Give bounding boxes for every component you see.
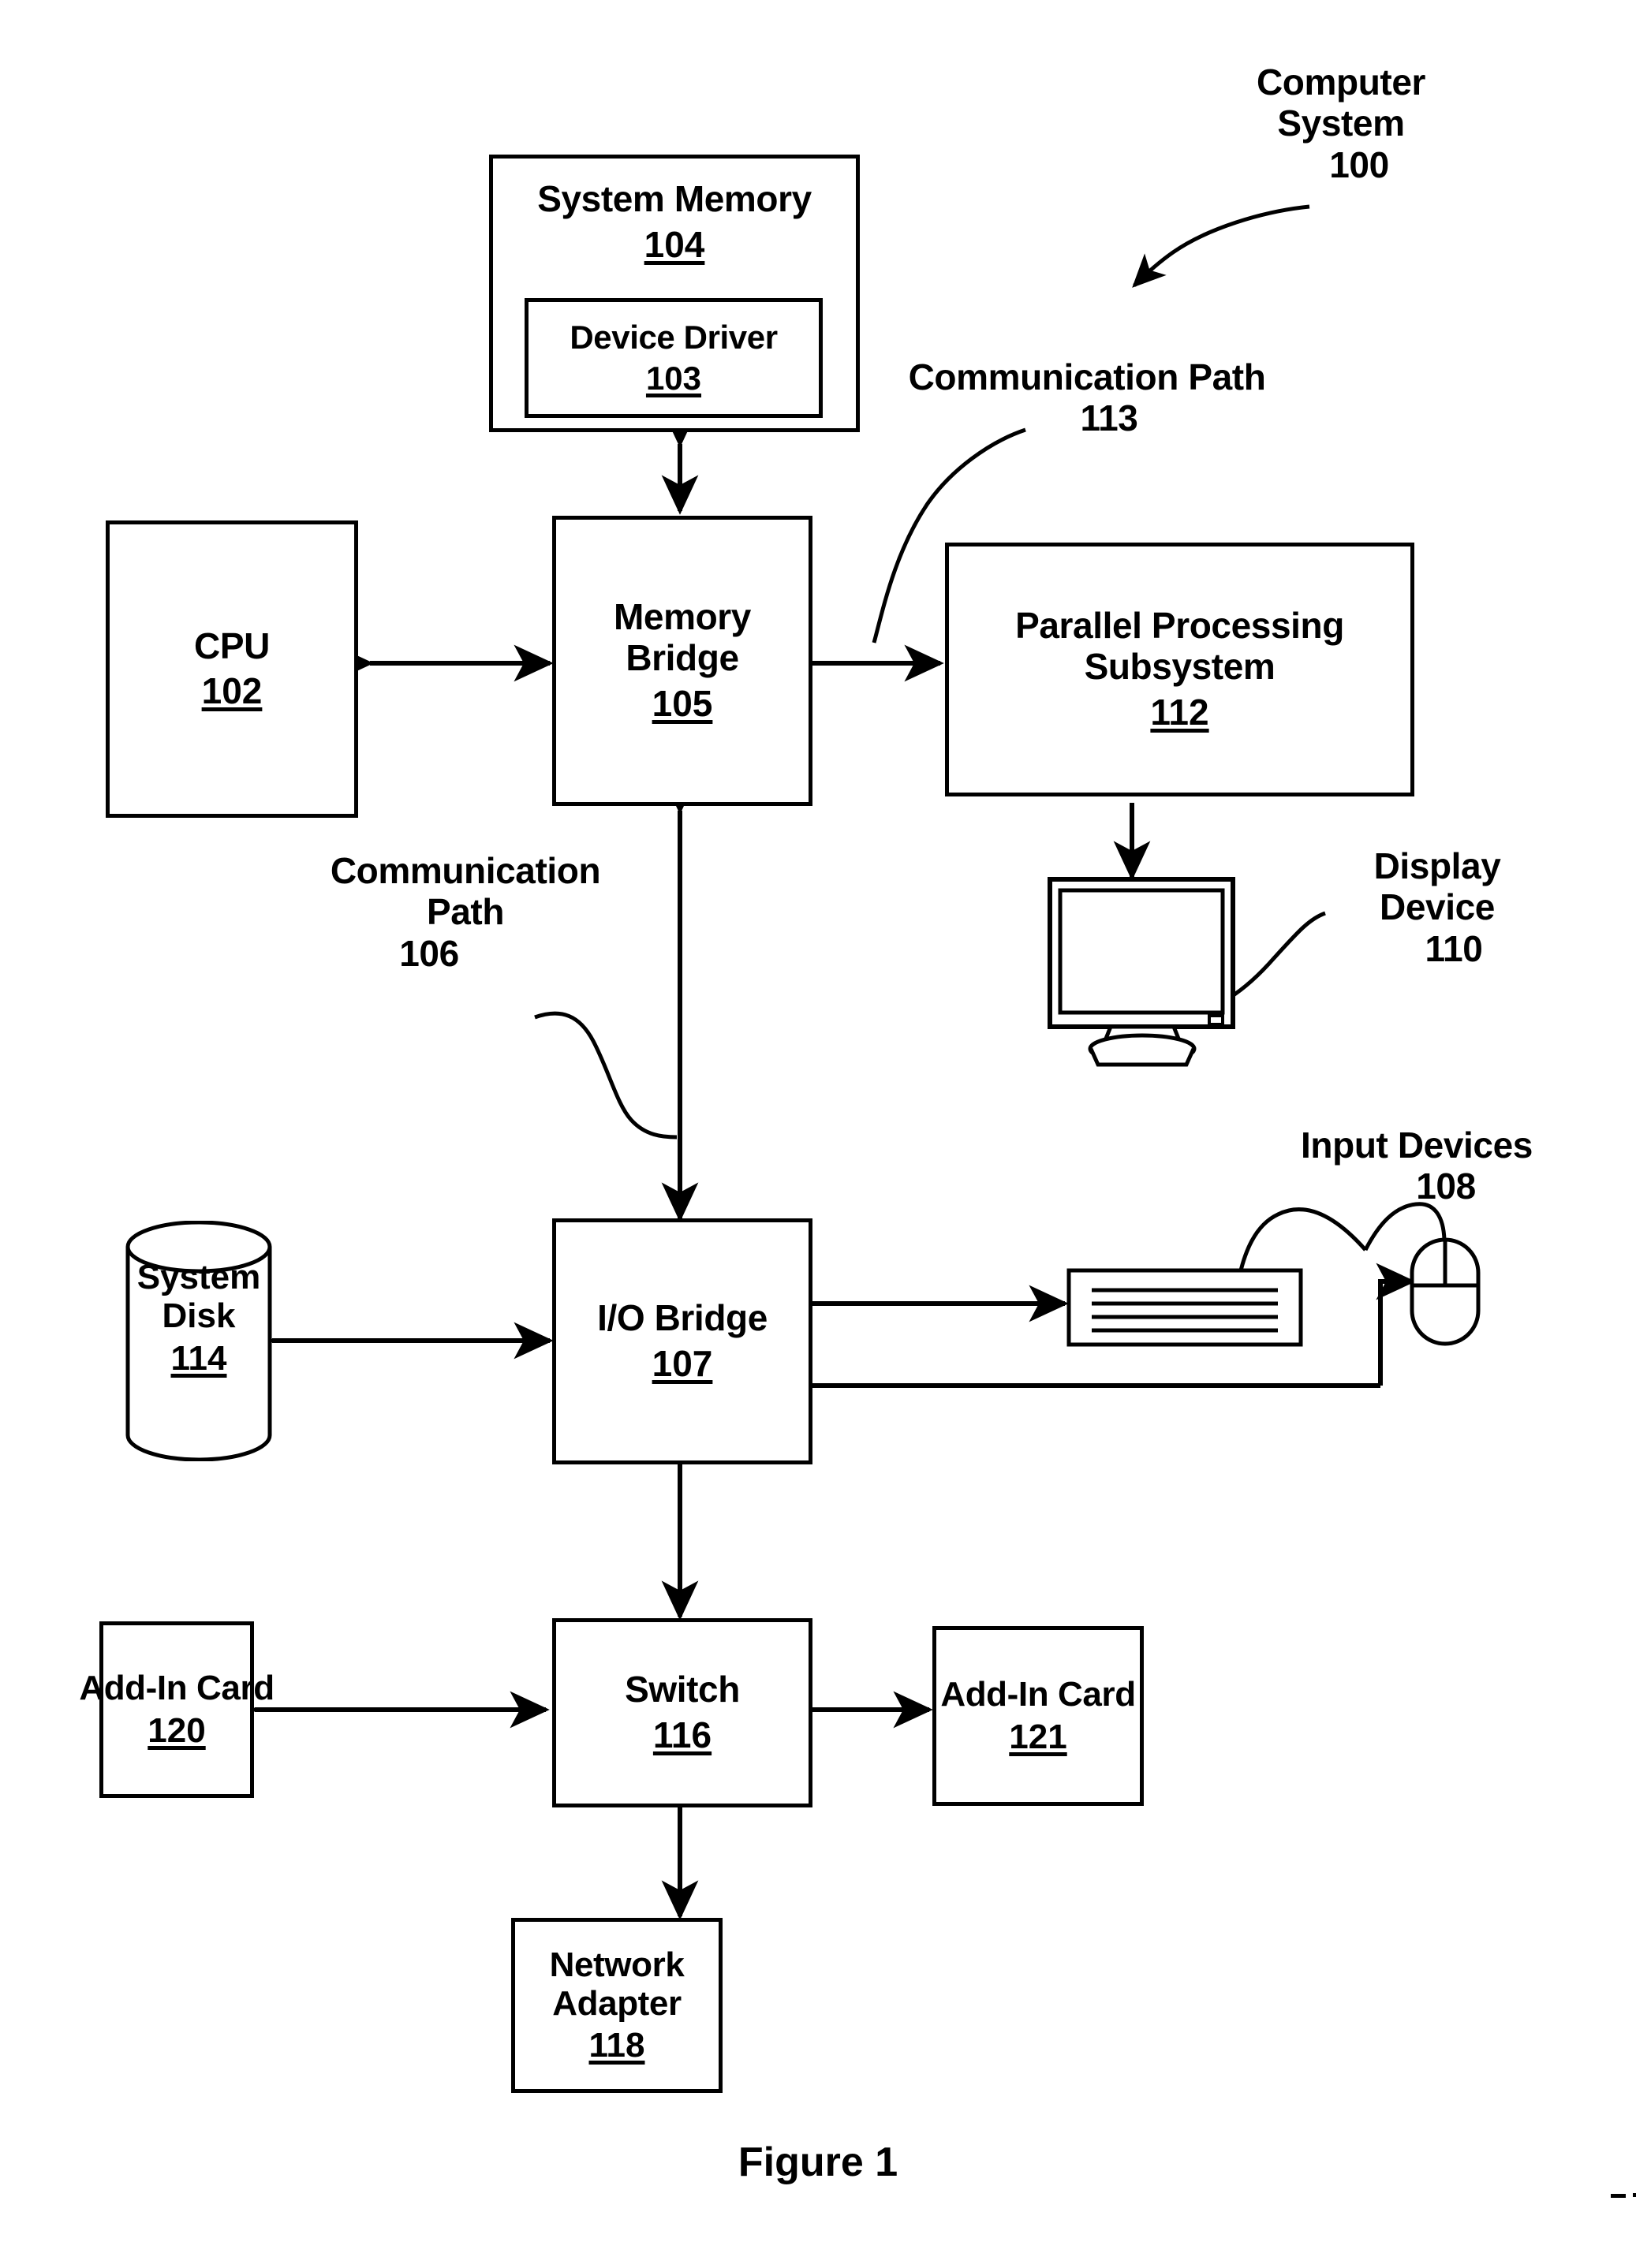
block-system-disk-labels: System Disk 114	[125, 1258, 273, 1378]
add-in-card-120-title: Add-In Card	[79, 1669, 275, 1708]
scan-artifact-dash	[1611, 2194, 1626, 2198]
cpu-title: CPU	[194, 625, 270, 666]
memory-bridge-title-line1: Memory	[614, 596, 751, 638]
block-switch: Switch 116	[552, 1618, 812, 1807]
arrow-mouse-riser	[1376, 1263, 1416, 1386]
device-driver-number: 103	[645, 359, 702, 397]
communication-path-113-line1: Communication Path	[908, 356, 1266, 397]
block-device-driver: Device Driver 103	[525, 298, 823, 418]
callout-computer-system: Computer System 100	[1215, 62, 1467, 185]
leader-input-devices-108-keyboard	[1238, 1207, 1367, 1274]
pps-title-line1: Parallel Processing	[1015, 605, 1344, 647]
communication-path-113-number: 113	[1080, 397, 1138, 439]
monitor-icon	[1048, 877, 1276, 1082]
block-parallel-processing-subsystem: Parallel Processing Subsystem 112	[945, 543, 1414, 796]
display-device-line1: Display	[1373, 845, 1501, 886]
system-memory-title: System Memory	[537, 178, 812, 219]
mouse-icon	[1409, 1237, 1481, 1347]
figure-caption: Figure 1	[738, 2139, 898, 2185]
communication-path-106-number: 106	[399, 932, 459, 974]
block-add-in-card-121: Add-In Card 121	[932, 1626, 1144, 1806]
system-memory-number: 104	[644, 223, 705, 265]
callout-communication-path-106: Communication Path 106	[300, 850, 631, 974]
block-cpu: CPU 102	[106, 520, 358, 818]
add-in-card-120-number: 120	[148, 1710, 206, 1750]
keyboard-icon	[1066, 1268, 1303, 1347]
system-disk-title-line1: System	[136, 1258, 261, 1296]
switch-number: 116	[652, 1714, 712, 1755]
cpu-number: 102	[201, 670, 263, 712]
memory-bridge-title-line2: Bridge	[626, 637, 739, 678]
scan-artifact-dot	[1633, 2193, 1636, 2197]
input-devices-line1: Input Devices	[1301, 1125, 1533, 1166]
input-devices-number: 108	[1416, 1166, 1476, 1207]
system-disk-title-line2: Disk	[162, 1296, 236, 1336]
system-disk-number: 114	[170, 1338, 227, 1378]
memory-bridge-number: 105	[652, 682, 713, 724]
callout-display-device: Display Device 110	[1319, 845, 1556, 969]
block-add-in-card-120: Add-In Card 120	[79, 1621, 275, 1798]
device-driver-title: Device Driver	[570, 319, 778, 356]
network-adapter-number: 118	[588, 2026, 645, 2065]
pps-number: 112	[1150, 691, 1209, 733]
io-bridge-title: I/O Bridge	[597, 1297, 768, 1339]
network-adapter-title-line2: Adapter	[552, 1984, 682, 2023]
switch-title: Switch	[625, 1669, 740, 1710]
leader-computer-system-100	[1132, 204, 1310, 288]
pps-title-line2: Subsystem	[1084, 646, 1276, 687]
patent-figure-page: System Memory 104 Device Driver 103 CPU …	[0, 0, 1636, 2268]
leader-communication-path-106	[534, 1011, 678, 1140]
callout-input-devices: Input Devices 108	[1251, 1125, 1582, 1207]
communication-path-106-line1: Communication	[330, 850, 601, 891]
network-adapter-title-line1: Network	[549, 1945, 685, 1984]
communication-path-106-line2: Path	[426, 891, 505, 933]
add-in-card-121-number: 121	[1009, 1717, 1067, 1756]
display-device-number: 110	[1425, 927, 1483, 969]
block-network-adapter: Network Adapter 118	[511, 1918, 723, 2093]
display-device-line2: Device	[1380, 886, 1495, 928]
computer-system-line1: Computer	[1256, 62, 1426, 103]
block-memory-bridge: Memory Bridge 105	[552, 516, 812, 806]
computer-system-line2: System	[1277, 103, 1405, 144]
callout-communication-path-113: Communication Path 113	[866, 356, 1308, 439]
io-bridge-number: 107	[652, 1342, 713, 1384]
block-io-bridge: I/O Bridge 107	[552, 1218, 812, 1464]
add-in-card-121-title: Add-In Card	[940, 1675, 1136, 1714]
computer-system-number: 100	[1329, 144, 1389, 185]
